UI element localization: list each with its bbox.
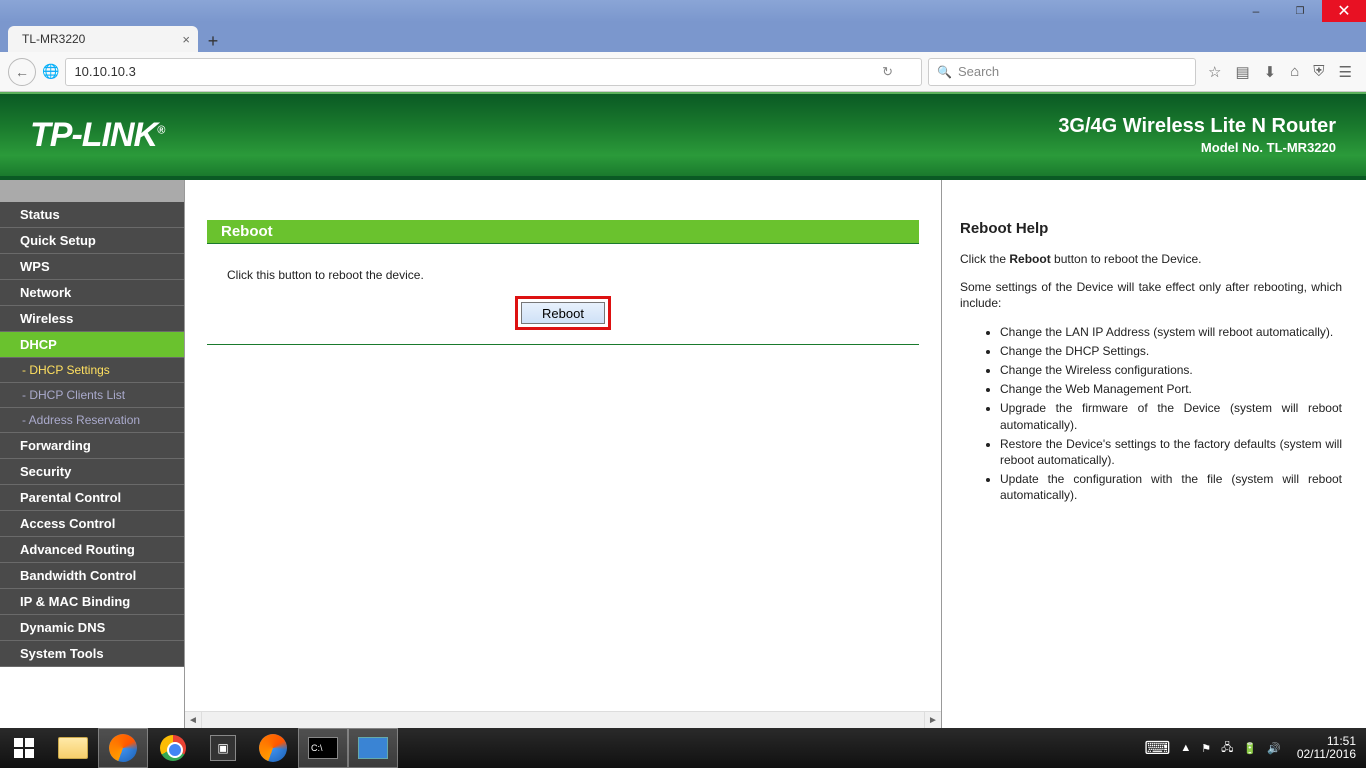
help-list-item: Change the LAN IP Address (system will r… bbox=[1000, 324, 1342, 340]
help-list-item: Upgrade the firmware of the Device (syst… bbox=[1000, 400, 1342, 432]
model-number: Model No. TL-MR3220 bbox=[1058, 140, 1336, 155]
sidebar-item-status[interactable]: Status bbox=[0, 202, 184, 228]
sidebar-item-advanced-routing[interactable]: Advanced Routing bbox=[0, 537, 184, 563]
tab-close-icon[interactable]: × bbox=[182, 32, 190, 47]
search-icon: 🔍 bbox=[937, 65, 952, 79]
sidebar-sub-address-reservation[interactable]: - Address Reservation bbox=[0, 408, 184, 433]
help-panel: Reboot Help Click the Reboot button to r… bbox=[942, 180, 1366, 728]
sidebar-item-parental-control[interactable]: Parental Control bbox=[0, 485, 184, 511]
section-divider bbox=[207, 243, 919, 244]
section-divider-bottom bbox=[207, 344, 919, 345]
monitor-icon bbox=[358, 737, 388, 759]
help-list-item: Change the Web Management Port. bbox=[1000, 381, 1342, 397]
tab-title: TL-MR3220 bbox=[22, 32, 85, 46]
help-list: Change the LAN IP Address (system will r… bbox=[960, 324, 1342, 504]
system-tray: ⌨ ▲ ⚑ 🖧 🔋 🔊 11:51 02/11/2016 bbox=[1144, 735, 1366, 761]
site-identity-icon[interactable]: 🌐 bbox=[42, 63, 59, 80]
start-button[interactable] bbox=[0, 728, 48, 768]
chrome-icon bbox=[160, 735, 186, 761]
browser-tab-strip: TL-MR3220 × + bbox=[0, 22, 1366, 52]
cmd-icon: C:\ bbox=[308, 737, 338, 759]
main-content: Reboot Click this button to reboot the d… bbox=[184, 180, 942, 728]
section-title: Reboot bbox=[207, 220, 919, 243]
firefox-icon bbox=[259, 734, 287, 762]
help-title: Reboot Help bbox=[960, 220, 1342, 237]
toolbar-icons: ☆ ▤ ⬇ ⌂ ⛨ ☰ bbox=[1202, 63, 1358, 81]
taskbar-app-cmd[interactable]: C:\ bbox=[298, 728, 348, 768]
reboot-button[interactable]: Reboot bbox=[521, 302, 605, 324]
pocket-icon[interactable]: ⛨ bbox=[1313, 63, 1324, 80]
sidebar-nav: Status Quick Setup WPS Network Wireless … bbox=[0, 180, 184, 728]
help-list-item: Restore the Device's settings to the fac… bbox=[1000, 436, 1342, 468]
tray-action-center-icon[interactable]: ⚑ bbox=[1201, 742, 1211, 755]
sidebar-item-access-control[interactable]: Access Control bbox=[0, 511, 184, 537]
sidebar-spacer bbox=[0, 180, 184, 202]
help-list-item: Change the Wireless configurations. bbox=[1000, 362, 1342, 378]
sidebar-item-ip-mac-binding[interactable]: IP & MAC Binding bbox=[0, 589, 184, 615]
help-list-item: Update the configuration with the file (… bbox=[1000, 471, 1342, 503]
clock-date: 02/11/2016 bbox=[1297, 748, 1356, 761]
scroll-right-icon[interactable]: ► bbox=[924, 712, 941, 728]
reload-icon[interactable]: ↻ bbox=[882, 64, 893, 80]
scroll-left-icon[interactable]: ◄ bbox=[185, 712, 202, 728]
tray-battery-icon[interactable]: 🔋 bbox=[1243, 742, 1257, 755]
bookmark-star-icon[interactable]: ☆ bbox=[1208, 63, 1221, 81]
window-close-button[interactable] bbox=[1322, 0, 1366, 22]
taskbar-app-chrome[interactable] bbox=[148, 728, 198, 768]
firefox-icon bbox=[109, 734, 137, 762]
taskbar-clock[interactable]: 11:51 02/11/2016 bbox=[1291, 735, 1362, 761]
sidebar-item-network[interactable]: Network bbox=[0, 280, 184, 306]
keyboard-icon[interactable]: ⌨ bbox=[1144, 738, 1170, 759]
window-titlebar bbox=[0, 0, 1366, 22]
tray-network-icon[interactable]: 🖧 bbox=[1221, 739, 1233, 758]
browser-toolbar: ← 🌐 10.10.10.3 ↻ 🔍 Search ☆ ▤ ⬇ ⌂ ⛨ ☰ bbox=[0, 52, 1366, 92]
horizontal-scrollbar[interactable]: ◄ ► bbox=[185, 711, 941, 728]
instruction-text: Click this button to reboot the device. bbox=[207, 262, 919, 296]
sidebar-item-dynamic-dns[interactable]: Dynamic DNS bbox=[0, 615, 184, 641]
help-intro: Click the Reboot button to reboot the De… bbox=[960, 251, 1342, 267]
menu-icon[interactable]: ☰ bbox=[1339, 63, 1352, 81]
window-maximize-button[interactable] bbox=[1278, 0, 1322, 22]
url-text: 10.10.10.3 bbox=[74, 64, 135, 79]
downloads-icon[interactable]: ⬇ bbox=[1264, 63, 1277, 81]
reader-icon[interactable]: ▤ bbox=[1235, 63, 1249, 81]
brand-logo: TP-LINK® bbox=[30, 116, 164, 155]
tray-volume-icon[interactable]: 🔊 bbox=[1267, 742, 1281, 755]
sidebar-item-security[interactable]: Security bbox=[0, 459, 184, 485]
taskbar-app-firefox-2[interactable] bbox=[248, 728, 298, 768]
sidebar-item-wps[interactable]: WPS bbox=[0, 254, 184, 280]
reboot-highlight: Reboot bbox=[515, 296, 611, 330]
router-header: TP-LINK® 3G/4G Wireless Lite N Router Mo… bbox=[0, 92, 1366, 180]
taskbar-app-file-explorer[interactable] bbox=[48, 728, 98, 768]
sidebar-item-forwarding[interactable]: Forwarding bbox=[0, 433, 184, 459]
window-minimize-button[interactable] bbox=[1234, 0, 1278, 22]
sidebar-sub-dhcp-clients[interactable]: - DHCP Clients List bbox=[0, 383, 184, 408]
new-tab-button[interactable]: + bbox=[200, 30, 226, 52]
folder-icon bbox=[58, 737, 88, 759]
taskbar-app-firefox[interactable] bbox=[98, 728, 148, 768]
taskbar-app-virtualbox[interactable]: ▣ bbox=[198, 728, 248, 768]
help-note: Some settings of the Device will take ef… bbox=[960, 279, 1342, 311]
windows-logo-icon bbox=[14, 738, 34, 758]
browser-tab[interactable]: TL-MR3220 × bbox=[8, 26, 198, 52]
sidebar-item-system-tools[interactable]: System Tools bbox=[0, 641, 184, 667]
sidebar-item-bandwidth-control[interactable]: Bandwidth Control bbox=[0, 563, 184, 589]
virtualbox-icon: ▣ bbox=[210, 735, 236, 761]
search-placeholder: Search bbox=[958, 64, 999, 79]
search-input[interactable]: 🔍 Search bbox=[928, 58, 1196, 86]
url-input[interactable]: 10.10.10.3 ↻ bbox=[65, 58, 922, 86]
nav-back-button[interactable]: ← bbox=[8, 58, 36, 86]
product-name: 3G/4G Wireless Lite N Router bbox=[1058, 115, 1336, 138]
tray-chevron-icon[interactable]: ▲ bbox=[1180, 742, 1191, 754]
sidebar-item-quick-setup[interactable]: Quick Setup bbox=[0, 228, 184, 254]
sidebar-item-wireless[interactable]: Wireless bbox=[0, 306, 184, 332]
sidebar-sub-dhcp-settings[interactable]: - DHCP Settings bbox=[0, 358, 184, 383]
help-list-item: Change the DHCP Settings. bbox=[1000, 343, 1342, 359]
sidebar-item-dhcp[interactable]: DHCP bbox=[0, 332, 184, 358]
home-icon[interactable]: ⌂ bbox=[1290, 63, 1299, 80]
taskbar-app-monitor[interactable] bbox=[348, 728, 398, 768]
windows-taskbar: ▣ C:\ ⌨ ▲ ⚑ 🖧 🔋 🔊 11:51 02/11/2016 bbox=[0, 728, 1366, 768]
